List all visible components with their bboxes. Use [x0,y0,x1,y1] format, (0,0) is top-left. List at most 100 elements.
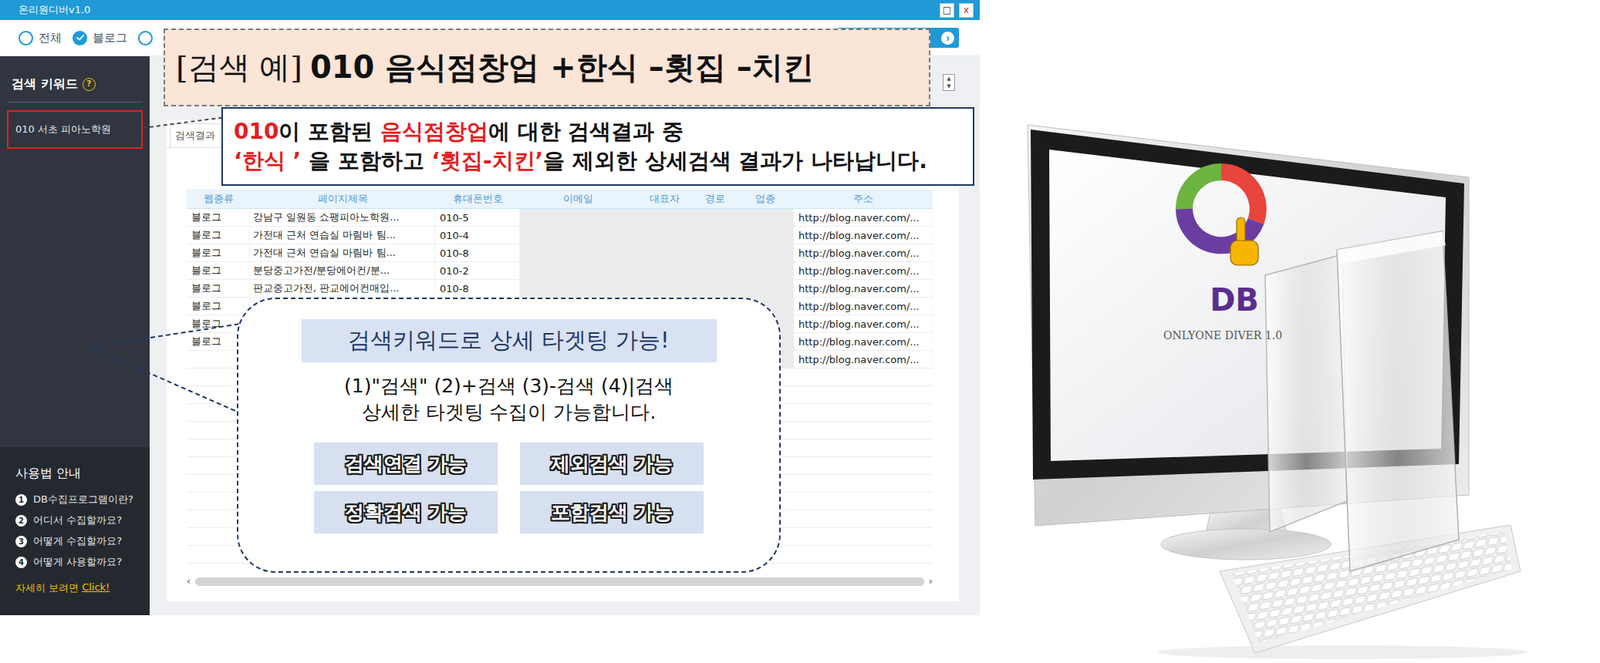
filter-radio[interactable] [138,30,159,46]
guide-item[interactable]: 2어디서 수집할까요? [15,513,135,528]
guide-label: DB수집프로그램이란? [33,492,134,507]
sidebar: 검색 키워드?010 서초 피아노학원사용법 안내1DB수집프로그램이란?2어디… [0,56,150,616]
table-cell: 010-2 [435,262,520,280]
column-header[interactable]: 페이지제목 [249,189,436,209]
table-row[interactable]: 블로그분당중고가전/분당에어컨/분...010-2http://blog.nav… [186,262,933,281]
table-cell [693,280,736,298]
table-cell: 블로그 [186,226,250,244]
table-cell: 010-5 [435,209,520,227]
guide-more-link[interactable]: Click! [81,581,110,596]
table-row[interactable]: 블로그가전대 근처 연습실 마림바 팀...010-8http://blog.n… [186,244,933,263]
table-cell: 분당중고가전/분당에어컨/분... [249,262,436,280]
table-cell: http://blog.naver.com/... [793,244,933,262]
page: 온리원디버v1.0□x전체블로그›검색 키워드?010 서초 피아노학원사용법 … [0,0,1600,663]
guide-panel: 사용법 안내1DB수집프로그램이란?2어디서 수집할까요?3어떻게 수집할까요?… [0,447,150,616]
guide-item[interactable]: 1DB수집프로그램이란? [15,492,135,507]
up-icon[interactable]: ▲ [946,74,951,83]
explanation-segment: 이 포함된 [278,118,381,145]
table-header: 웹종류페이지제목휴대폰번호이메일대표자경로업종주소 [186,189,933,210]
scroll-thumb[interactable] [195,577,925,587]
table-row[interactable]: 블로그가전대 근처 연습실 마림바 팀...010-4http://blog.n… [186,226,933,245]
number-icon: 3 [15,536,28,548]
bottom-strip [0,615,980,663]
table-cell: 가전대 근처 연습실 마림바 팀... [249,244,436,262]
table-cell: http://blog.naver.com/... [793,351,933,368]
radio-icon[interactable] [138,30,153,46]
bubble-title: 검색키워드로 상세 타겟팅 가능! [301,319,717,363]
bubble-text: (1)"검색" (2)+검색 (3)-검색 (4)|검색상세한 타겟팅 수집이 … [344,373,674,426]
feature-badge: 검색연결 가능 [313,442,498,486]
check-icon [75,33,85,43]
keyword-list: 010 서초 피아노학원 [0,102,150,149]
table-cell [693,209,736,227]
table-cell: http://blog.naver.com/... [793,226,933,244]
window-controls: □x [939,3,974,18]
filter-radio[interactable]: 블로그 [72,30,128,46]
table-cell [519,244,636,262]
window-control[interactable]: □ [939,3,955,18]
bubble-line: 상세한 타겟팅 수집이 가능합니다. [344,399,674,426]
explanation-callout: 010이 포함된 음식점창업에 대한 검색결과 중‘한식 ’ 을 포함하고 ‘횟… [221,107,975,186]
table-row[interactable]: 블로그판교중고가전, 판교에어컨매입...010-8http://blog.na… [186,280,933,298]
table-cell: 블로그 [186,280,250,298]
table-cell [735,226,794,244]
table-cell: http://blog.naver.com/... [793,209,933,227]
guide-item[interactable]: 3 어떻게 수집할까요? [15,534,135,549]
column-header[interactable]: 주소 [793,189,933,209]
spinner[interactable]: ▲▼ [942,74,956,92]
table-cell [735,280,794,298]
table-cell [519,262,636,280]
table-row[interactable]: 블로그강남구 일원동 쇼팽피아노학원...010-5http://blog.na… [186,209,933,227]
scroll-right-icon[interactable]: › [928,576,933,588]
bubble-line: (1)"검색" (2)+검색 (3)-검색 (4)|검색 [344,373,674,400]
help-icon[interactable]: ? [82,77,96,92]
column-header[interactable]: 휴대폰번호 [435,189,520,209]
number-icon: 2 [15,515,28,527]
column-header[interactable]: 대표자 [635,189,694,209]
table-cell [635,280,694,298]
table-cell: http://blog.naver.com/... [793,297,933,315]
column-header[interactable]: 이메일 [519,189,636,209]
title-bar: 온리원디버v1.0□x [0,0,980,21]
number-icon: 4 [15,556,28,569]
column-header[interactable]: 업종 [735,189,794,209]
explanation-segment: 에 대한 검색결과 중 [488,118,684,145]
guide-label: 어떻게 수집할까요? [33,534,122,549]
column-header[interactable]: 웹종류 [186,189,250,209]
radio-icon[interactable] [18,30,34,46]
table-cell [519,209,636,227]
table-cell: 010-4 [435,226,520,244]
table-cell: http://blog.naver.com/... [793,280,933,298]
feature-badge: 포함검색 가능 [519,491,704,534]
feature-badge: 정확검색 가능 [313,491,498,534]
down-icon[interactable]: ▼ [946,82,951,91]
table-cell: 블로그 [186,209,250,227]
guide-item[interactable]: 4어떻게 사용할까요? [15,555,135,570]
keyword-item[interactable]: 010 서초 피아노학원 [6,110,143,149]
product-illustration: DBONLYONE DIVER 1.0 [979,0,1600,663]
guide-more: 자세히 보려면Click! [15,581,135,596]
window-control[interactable]: x [958,3,974,18]
sidebar-header: 검색 키워드? [6,56,143,103]
table-cell [693,244,736,262]
radio-icon[interactable] [72,30,88,46]
table-cell [735,209,794,227]
table-cell [693,226,736,244]
arrow-icon: › [941,31,955,45]
explanation-line: 010이 포함된 음식점창업에 대한 검색결과 중 [233,117,963,147]
scroll-left-icon[interactable]: ‹ [186,576,191,588]
table-cell [519,280,636,298]
tab[interactable]: 검색결과 [169,123,221,148]
logo-text: DB [1209,282,1260,318]
filter-radio[interactable]: 전체 [18,30,62,46]
table-cell [693,262,736,280]
table-cell: 010-8 [435,280,520,298]
filter-label: 블로그 [92,30,128,46]
explanation-segment: ‘한식 ’ [233,148,301,174]
table-cell [635,209,694,227]
table-cell: 블로그 [186,297,250,315]
explanation-segment: 음식점창업 [380,118,489,145]
column-header[interactable]: 경로 [693,189,736,209]
feature-bubble: 검색키워드로 상세 타겟팅 가능! (1)"검색" (2)+검색 (3)-검색 (… [236,297,781,574]
horizontal-scrollbar[interactable]: ‹› [186,576,933,588]
